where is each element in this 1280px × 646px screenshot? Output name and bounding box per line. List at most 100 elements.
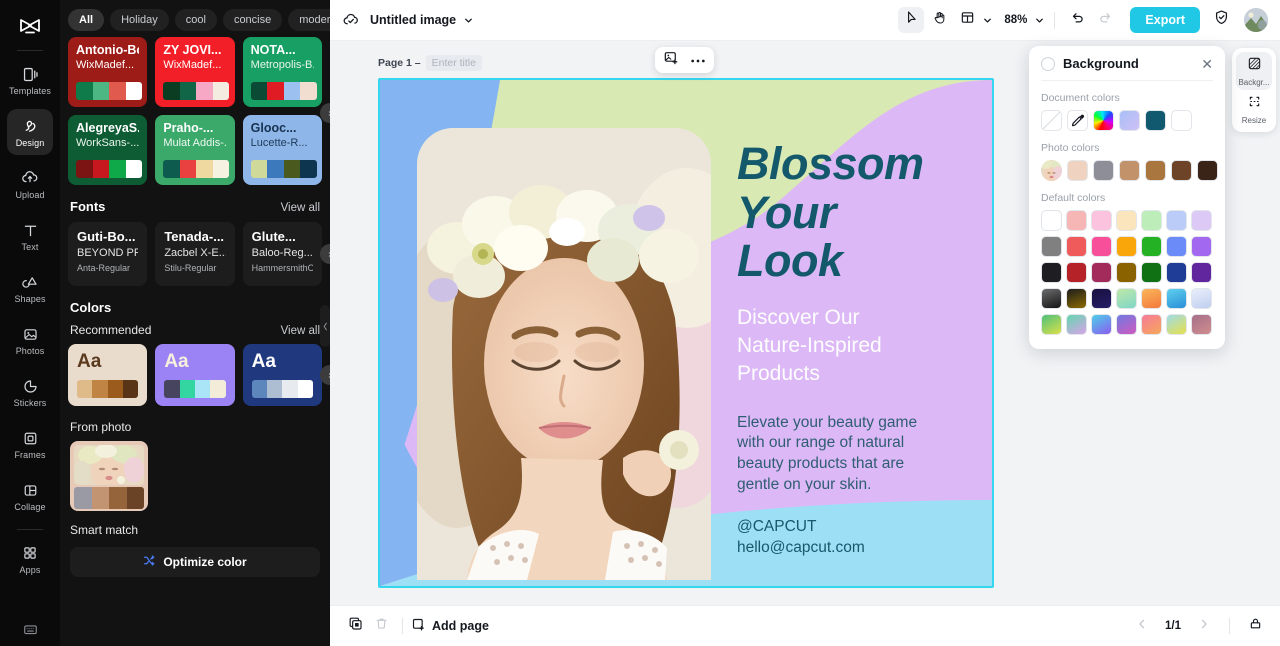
swatch-default-0-3[interactable] — [1116, 210, 1137, 231]
document-title-caret-icon[interactable] — [463, 15, 474, 26]
swatch-photo-3[interactable] — [1119, 160, 1140, 181]
swatch-default-1-6[interactable] — [1191, 236, 1212, 257]
font-card[interactable]: Glute... Baloo-Reg... HammersmithOn... — [242, 222, 322, 286]
template-card[interactable]: AlegreyaS... WorkSans-... — [68, 115, 148, 185]
keyboard-shortcuts-button[interactable] — [0, 621, 60, 638]
chip-all[interactable]: All — [68, 9, 105, 31]
swatch-default-4-2[interactable] — [1091, 314, 1112, 335]
prev-page-button[interactable] — [1129, 613, 1155, 639]
sidebar-item-collage[interactable]: Collage — [7, 473, 53, 519]
next-page-button[interactable] — [1191, 613, 1217, 639]
fonts-view-all[interactable]: View all — [281, 202, 320, 214]
swatch-default-3-5[interactable] — [1166, 288, 1187, 309]
add-page-button[interactable]: Add page — [411, 617, 489, 635]
sidebar-item-text[interactable]: Text — [7, 213, 53, 259]
color-palette-card[interactable]: Aa — [242, 344, 322, 406]
swatch-default-0-4[interactable] — [1141, 210, 1162, 231]
background-color-preview[interactable] — [1041, 56, 1055, 71]
document-title[interactable]: Untitled image — [370, 13, 456, 27]
cloud-saved-icon[interactable] — [342, 11, 360, 29]
swatch-default-1-0[interactable] — [1041, 236, 1062, 257]
swatch-default-0-6[interactable] — [1191, 210, 1212, 231]
swatch-document-white[interactable] — [1171, 110, 1192, 131]
add-image-button[interactable] — [663, 50, 679, 71]
template-card[interactable]: NOTA... Metropolis-B... — [242, 37, 322, 107]
layout-caret-icon[interactable] — [982, 15, 993, 26]
swatch-default-1-2[interactable] — [1091, 236, 1112, 257]
swatch-default-3-3[interactable] — [1116, 288, 1137, 309]
optimize-color-button[interactable]: Optimize color — [70, 547, 320, 577]
swatch-default-2-2[interactable] — [1091, 262, 1112, 283]
font-card[interactable]: Guti-Bo... BEYOND PRO... Anta-Regular — [68, 222, 148, 286]
swatch-photo-5[interactable] — [1171, 160, 1192, 181]
canvas-heading[interactable]: Blossom Your Look — [737, 139, 982, 286]
swatch-default-1-5[interactable] — [1166, 236, 1187, 257]
panel-collapse-handle[interactable] — [320, 305, 330, 347]
color-palette-card[interactable]: Aa — [155, 344, 235, 406]
chip-cool[interactable]: cool — [174, 9, 217, 31]
layout-tool-button[interactable] — [954, 7, 980, 33]
canvas-contact-text[interactable]: @CAPCUT hello@capcut.com — [737, 517, 982, 558]
lock-button[interactable] — [1242, 613, 1268, 639]
chip-holiday[interactable]: Holiday — [110, 9, 169, 31]
sidebar-item-photos[interactable]: Photos — [7, 317, 53, 363]
right-rail-item-resize[interactable]: Resize — [1236, 90, 1272, 128]
swatch-photo-6[interactable] — [1197, 160, 1218, 181]
swatch-document-teal[interactable] — [1145, 110, 1166, 131]
swatch-default-2-6[interactable] — [1191, 262, 1212, 283]
swatch-default-2-1[interactable] — [1066, 262, 1087, 283]
swatch-default-3-2[interactable] — [1091, 288, 1112, 309]
canvas-subheading[interactable]: Discover Our Nature-Inspired Products — [737, 304, 982, 389]
duplicate-page-button[interactable] — [342, 613, 368, 639]
sidebar-item-templates[interactable]: Templates — [7, 57, 53, 103]
swatch-default-1-3[interactable] — [1116, 236, 1137, 257]
swatch-photo-4[interactable] — [1145, 160, 1166, 181]
zoom-caret-icon[interactable] — [1034, 15, 1045, 26]
more-options-button[interactable] — [690, 51, 706, 69]
swatch-default-1-1[interactable] — [1066, 236, 1087, 257]
swatch-document-lavender[interactable] — [1119, 110, 1140, 131]
swatch-eyedropper[interactable] — [1067, 110, 1088, 131]
undo-button[interactable] — [1064, 7, 1090, 33]
swatch-default-0-1[interactable] — [1066, 210, 1087, 231]
sidebar-item-frames[interactable]: Frames — [7, 421, 53, 467]
canvas-text-block[interactable]: Blossom Your Look Discover Our Nature-In… — [737, 139, 982, 558]
swatch-default-4-5[interactable] — [1166, 314, 1187, 335]
design-canvas[interactable]: Blossom Your Look Discover Our Nature-In… — [378, 78, 994, 588]
avatar[interactable] — [1244, 8, 1268, 32]
swatch-default-2-5[interactable] — [1166, 262, 1187, 283]
swatch-rainbow[interactable] — [1093, 110, 1114, 131]
swatch-default-3-4[interactable] — [1141, 288, 1162, 309]
page-title-input[interactable]: Enter title — [425, 55, 482, 71]
select-tool-button[interactable] — [898, 7, 925, 33]
canvas-photo[interactable] — [417, 128, 711, 580]
swatch-default-0-0[interactable] — [1041, 210, 1062, 231]
swatch-default-2-3[interactable] — [1116, 262, 1137, 283]
template-card[interactable]: Glooc... Lucette-R... — [242, 115, 322, 185]
chip-concise[interactable]: concise — [222, 9, 283, 31]
chip-modern[interactable]: modern — [288, 9, 330, 31]
zoom-level[interactable]: 88% — [999, 14, 1032, 26]
swatch-default-4-6[interactable] — [1191, 314, 1212, 335]
swatch-default-0-5[interactable] — [1166, 210, 1187, 231]
template-card[interactable]: Antonio-Bold WixMadef... — [68, 37, 148, 107]
redo-button[interactable] — [1092, 7, 1118, 33]
shield-button[interactable] — [1208, 7, 1234, 33]
delete-page-button[interactable] — [368, 613, 394, 639]
sidebar-item-apps[interactable]: Apps — [7, 536, 53, 582]
from-photo-card[interactable] — [70, 441, 148, 511]
swatch-photo-1[interactable] — [1067, 160, 1088, 181]
swatch-default-4-4[interactable] — [1141, 314, 1162, 335]
capcut-logo-icon[interactable] — [10, 10, 50, 46]
swatch-photo-2[interactable] — [1093, 160, 1114, 181]
swatch-default-2-4[interactable] — [1141, 262, 1162, 283]
swatch-default-3-1[interactable] — [1066, 288, 1087, 309]
sidebar-item-design[interactable]: Design — [7, 109, 53, 155]
canvas-body-text[interactable]: Elevate your beauty game with our range … — [737, 413, 982, 495]
template-card[interactable]: ZY JOVI... WixMadef... — [155, 37, 235, 107]
swatch-default-3-0[interactable] — [1041, 288, 1062, 309]
sidebar-item-upload[interactable]: Upload — [7, 161, 53, 207]
swatch-default-4-3[interactable] — [1116, 314, 1137, 335]
design-canvas-wrapper[interactable]: Blossom Your Look Discover Our Nature-In… — [378, 78, 994, 588]
hand-tool-button[interactable] — [926, 7, 952, 33]
